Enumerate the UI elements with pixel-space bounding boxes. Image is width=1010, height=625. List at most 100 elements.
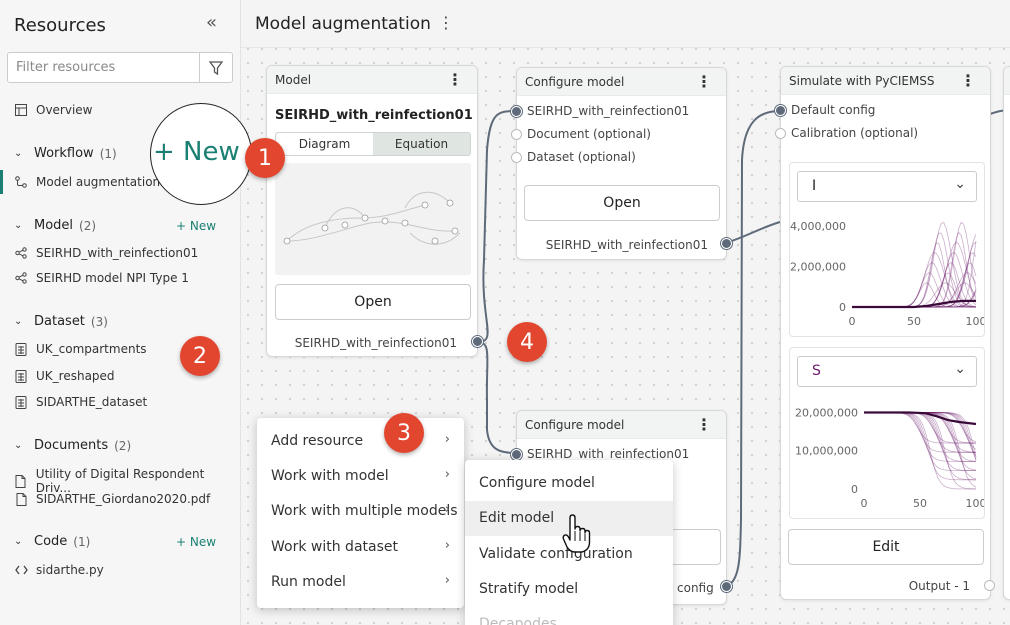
simulate-output-port[interactable] [984, 580, 995, 591]
sidebar-item-label: SEIRHD model NPI Type 1 [36, 271, 189, 285]
collapse-sidebar-icon[interactable]: « [206, 12, 217, 33]
sidebar-item-label: Utility of Digital Respondent Driv... [35, 467, 205, 495]
workflow-section-header[interactable]: ⌄ Workflow (1) [14, 146, 117, 161]
dataset-section-header[interactable]: ⌄ Dataset (3) [14, 314, 108, 329]
node-menu-icon[interactable]: ⋮ [696, 72, 712, 91]
sidebar-item-model[interactable]: SEIRHD model NPI Type 1 [14, 271, 189, 285]
sidebar-item-code[interactable]: sidarthe.py [14, 563, 104, 577]
chart-s: 0 10,000,000 20,000,000 0 50 100 [795, 406, 985, 510]
port-dot [775, 127, 786, 139]
page-title: Model augmentation [255, 14, 431, 34]
select-value: S [812, 363, 821, 379]
model-section-header[interactable]: ⌄ Model (2) [14, 218, 96, 233]
tab-equation[interactable]: Equation [373, 133, 470, 155]
chevron-down-icon: ⌄ [14, 220, 23, 231]
node-menu-icon[interactable]: ⋮ [960, 71, 976, 90]
select-value: I [812, 178, 817, 194]
input-port-document[interactable]: Document (optional) [511, 127, 651, 141]
table-file-icon [14, 395, 28, 409]
model-diagram[interactable] [275, 163, 471, 275]
section-count: (1) [73, 534, 91, 549]
sidebar-item-overview[interactable]: Overview [14, 103, 93, 117]
sidebar-item-dataset[interactable]: SIDARTHE_dataset [14, 395, 147, 409]
new-model-button[interactable]: + New [176, 219, 216, 233]
sidebar-item-label: UK_compartments [36, 342, 147, 356]
documents-section-header[interactable]: ⌄ Documents (2) [14, 438, 131, 453]
input-port-config[interactable]: Default config [775, 103, 875, 117]
configure-output-port[interactable] [721, 238, 732, 249]
menu-item-run-model[interactable]: Run model › [257, 565, 464, 600]
port-label: Dataset (optional) [527, 150, 636, 164]
hand-cursor-icon [562, 514, 591, 553]
menu-item-work-with-dataset[interactable]: Work with dataset › [257, 530, 464, 565]
filter-resources-input[interactable] [8, 53, 200, 82]
menu-item-label: Run model [271, 574, 346, 590]
y-tick-label: 10,000,000 [795, 445, 858, 458]
configure-2-output-port[interactable] [721, 581, 732, 592]
chart-i-panel: I ⌄ 0 2,000,000 4,000,000 0 50 100 [789, 162, 985, 337]
file-icon [14, 492, 28, 506]
open-configure-button-2[interactable] [667, 529, 721, 565]
configure-model-node[interactable]: Configure model ⋮ SEIRHD_with_reinfectio… [511, 67, 727, 260]
more-options-icon[interactable]: ⋮ [438, 13, 454, 32]
menu-item-label: Validate configuration [479, 546, 633, 562]
model-output-port[interactable] [472, 336, 483, 347]
submenu-stratify-model[interactable]: Stratify model [465, 572, 673, 607]
sidebar-item-document[interactable]: Utility of Digital Respondent Driv... [14, 467, 240, 495]
menu-item-work-with-multiple-models[interactable]: Work with multiple models › [257, 494, 464, 529]
node-title: Configure model [525, 75, 625, 89]
port-dot [511, 128, 522, 140]
output-label: Output - 1 [908, 579, 970, 593]
section-count: (2) [114, 438, 132, 453]
input-port-calibration[interactable]: Calibration (optional) [775, 126, 918, 140]
sidebar-item-dataset[interactable]: UK_reshaped [14, 369, 115, 383]
chart-i: 0 2,000,000 4,000,000 0 50 100 [790, 220, 984, 328]
menu-item-label: Work with dataset [271, 539, 398, 555]
sidebar-item-model[interactable]: SEIRHD_with_reinfection01 [14, 246, 198, 260]
filter-icon[interactable] [199, 53, 232, 82]
share-nodes-icon [14, 247, 28, 259]
sidebar-item-label: Overview [36, 103, 93, 117]
open-model-button[interactable]: Open [275, 284, 471, 320]
sample-trajectory-line [864, 412, 976, 444]
variable-select-i[interactable]: I ⌄ [797, 171, 977, 202]
node-header: Configure model ⋮ [517, 411, 726, 439]
submenu-decapodes[interactable]: Decapodes [465, 607, 673, 625]
edit-simulation-button[interactable]: Edit [788, 529, 984, 565]
section-label: Workflow [34, 146, 94, 161]
sample-trajectory-line [864, 412, 976, 490]
sidebar-item-dataset[interactable]: UK_compartments [14, 342, 147, 356]
code-section-header[interactable]: ⌄ Code (1) [14, 534, 90, 549]
input-port-model[interactable]: SEIRHD_with_reinfection01 [511, 447, 689, 461]
simulate-node[interactable]: Simulate with PyCIEMSS ⋮ Default config … [775, 66, 991, 600]
chevron-right-icon: › [444, 573, 450, 588]
node-menu-icon[interactable]: ⋮ [696, 415, 712, 434]
next-node-partial[interactable] [1003, 66, 1010, 600]
sidebar-item-label: Model augmentation [36, 175, 161, 189]
tab-diagram[interactable]: Diagram [276, 133, 373, 155]
section-label: Code [34, 534, 68, 549]
new-code-button[interactable]: + New [176, 535, 216, 549]
menu-item-label: Stratify model [479, 581, 579, 597]
y-tick-label: 0 [839, 301, 846, 314]
input-port-model[interactable]: SEIRHD_with_reinfection01 [511, 104, 689, 118]
port-label: Default config [791, 103, 876, 117]
node-title: Simulate with PyCIEMSS [789, 74, 935, 88]
port-label: Document (optional) [527, 127, 651, 141]
menu-item-work-with-model[interactable]: Work with model › [257, 459, 464, 494]
chevron-right-icon: › [444, 432, 450, 447]
view-toggle: Diagram Equation [275, 132, 471, 156]
open-configure-button[interactable]: Open [524, 185, 720, 221]
x-tick-label: 100 [966, 497, 985, 510]
submenu-configure-model[interactable]: Configure model [465, 466, 673, 501]
model-node[interactable]: Model ⋮ SEIRHD_with_reinfection01 Diagra… [266, 65, 478, 357]
node-menu-icon[interactable]: ⋮ [447, 70, 463, 89]
chevron-down-icon: ⌄ [14, 440, 23, 451]
sidebar-item-model-augmentation[interactable]: Model augmentation [14, 175, 160, 189]
step-badge-2: 2 [180, 336, 220, 376]
share-nodes-icon [14, 272, 28, 284]
menu-item-add-resource[interactable]: Add resource › [257, 424, 464, 459]
input-port-dataset[interactable]: Dataset (optional) [511, 150, 636, 164]
sidebar-item-document[interactable]: SIDARTHE_Giordano2020.pdf [14, 492, 210, 506]
variable-select-s[interactable]: S ⌄ [797, 356, 977, 387]
